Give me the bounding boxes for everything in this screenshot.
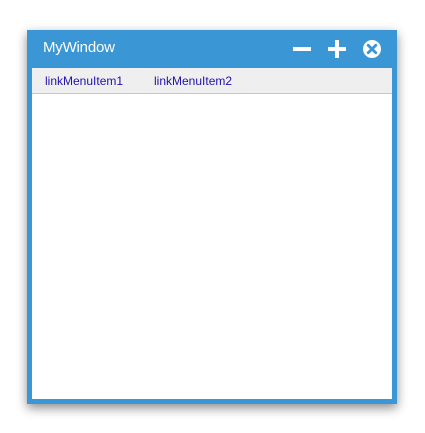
plus-icon <box>328 40 346 58</box>
menu-item-link-2[interactable]: linkMenuItem2 <box>154 74 232 88</box>
maximize-button[interactable] <box>326 38 348 60</box>
close-circle-icon <box>363 40 381 58</box>
menu-item-link-1[interactable]: linkMenuItem1 <box>45 74 123 88</box>
app-window: MyWindow linkMenuItem1 linkMenuItem2 <box>27 30 397 404</box>
window-title: MyWindow <box>43 39 115 56</box>
title-bar[interactable]: MyWindow <box>27 30 397 66</box>
menu-bar: linkMenuItem1 linkMenuItem2 <box>32 68 392 94</box>
window-content: linkMenuItem1 linkMenuItem2 <box>32 68 392 399</box>
minus-icon <box>293 47 311 51</box>
minimize-button[interactable] <box>291 38 313 60</box>
close-button[interactable] <box>361 38 383 60</box>
